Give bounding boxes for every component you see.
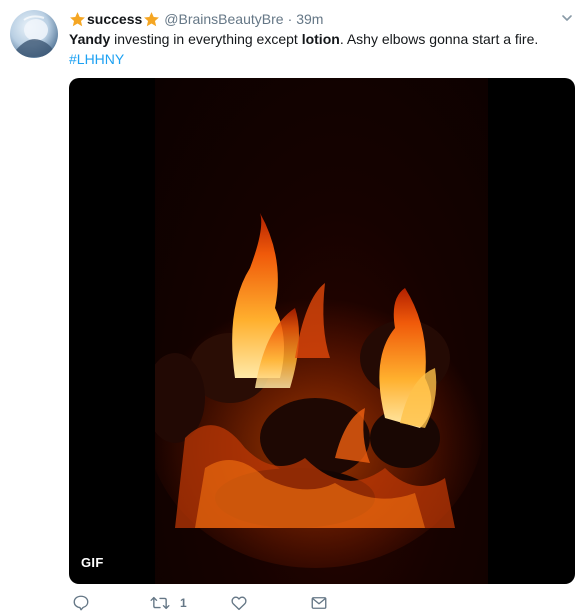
heart-icon bbox=[230, 594, 248, 612]
tweet-text-plain: investing in everything except bbox=[110, 31, 302, 47]
star-icon bbox=[69, 11, 86, 28]
separator-dot: · bbox=[287, 11, 293, 27]
gif-badge: GIF bbox=[81, 555, 104, 570]
like-button[interactable] bbox=[230, 594, 248, 612]
star-icon bbox=[143, 11, 160, 28]
display-name[interactable]: success bbox=[87, 9, 142, 29]
tweet-text-bold: lotion bbox=[301, 31, 340, 47]
retweet-button[interactable]: 1 bbox=[150, 594, 187, 612]
tweet-actions: 1 bbox=[72, 594, 552, 613]
avatar[interactable] bbox=[10, 10, 58, 58]
user-handle[interactable]: @BrainsBeautyBre bbox=[164, 9, 283, 29]
retweet-count: 1 bbox=[180, 596, 187, 610]
retweet-icon bbox=[150, 594, 170, 612]
tweet-card[interactable]: success @BrainsBeautyBre · 39m Yandy inv… bbox=[0, 0, 586, 613]
tweet-header: success @BrainsBeautyBre · 39m bbox=[69, 9, 323, 29]
tweet-text-bold: Yandy bbox=[69, 31, 111, 47]
dm-button[interactable] bbox=[310, 594, 328, 612]
reply-button[interactable] bbox=[72, 594, 90, 612]
chevron-down-icon[interactable] bbox=[560, 11, 574, 25]
tweet-text: Yandy investing in everything except lot… bbox=[69, 29, 574, 69]
gif-media[interactable]: GIF bbox=[69, 78, 575, 584]
reply-icon bbox=[72, 594, 90, 612]
timestamp[interactable]: 39m bbox=[296, 9, 323, 29]
envelope-icon bbox=[310, 594, 328, 612]
fire-animation bbox=[155, 78, 488, 584]
tweet-text-plain: . Ashy elbows gonna start a fire. bbox=[339, 31, 539, 47]
hashtag-link[interactable]: #LHHNY bbox=[69, 51, 124, 67]
